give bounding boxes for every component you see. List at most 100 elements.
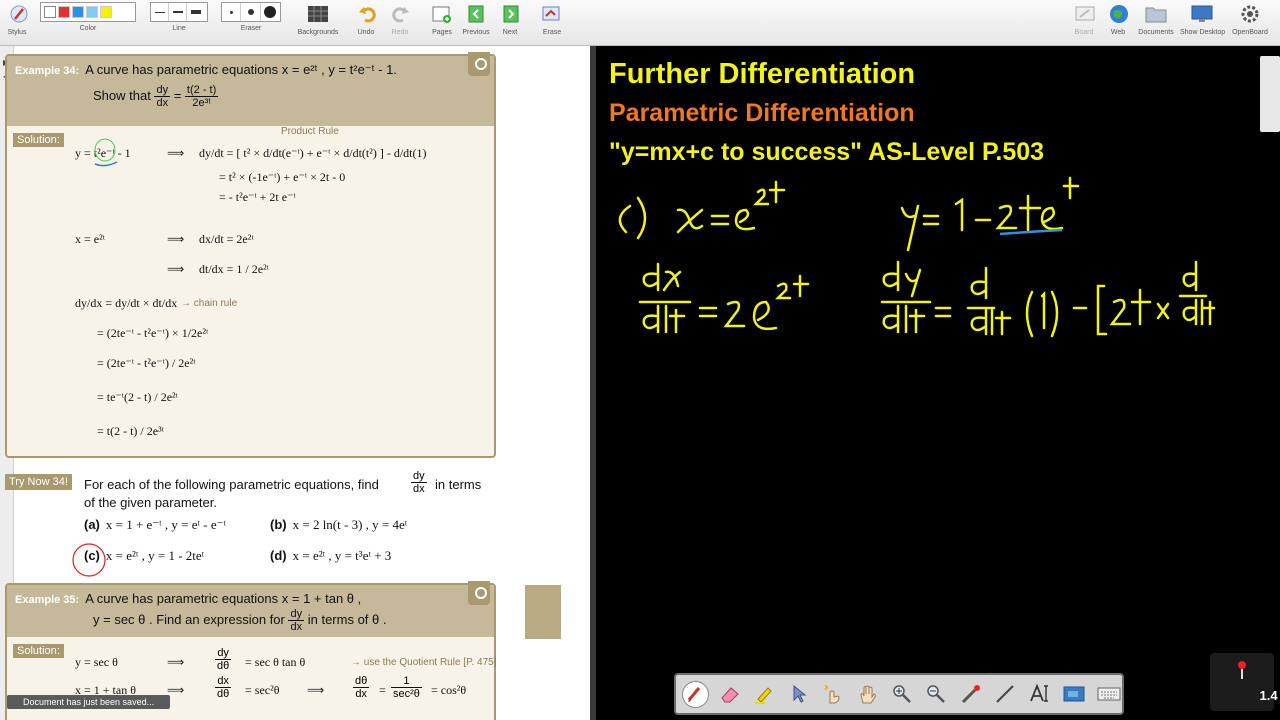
laser-pointer-icon [961,685,980,704]
web-label: Web [1110,29,1126,36]
dy-numerator: dy [154,84,171,97]
example-34-box: Example 34: A curve has parametric equati… [5,52,496,458]
example-35-prompt-2a: y = sec θ . Find an expression for [93,611,285,627]
ex35-dydtheta: dy dθ [215,647,232,672]
line-x-def: x = e²ᵗ [75,232,105,246]
openboard-label: OpenBoard [1232,29,1268,36]
whiteboard-canvas[interactable]: Further Differentiation Parametric Diffe… [596,46,1280,720]
previous-button[interactable]: Previous [460,2,492,36]
stylus-label: Stylus [7,29,27,36]
eraser-medium[interactable] [241,3,261,21]
part-a: (a) x = 1 + e⁻ᵗ , y = eᵗ - e⁻ᵗ [84,517,226,533]
show-that-text: Show that [93,87,151,103]
ex35-dx-den: dx [355,688,367,700]
next-button[interactable]: Next [498,2,522,36]
show-desktop-label: Show Desktop [1180,29,1226,36]
board-button[interactable]: Board [1072,2,1096,36]
implies-arrow-3: ⟹ [167,262,185,276]
line-medium[interactable] [169,3,187,21]
solution-tag: Solution: [13,133,64,147]
example-35-prompt: A curve has parametric equations x = 1 +… [85,591,362,606]
documents-label: Documents [1138,29,1174,36]
keyboard-button[interactable] [1095,681,1121,708]
ex35-line-1: y = sec θ [75,655,118,669]
save-toast: Document has just been saved... [7,695,171,709]
implies-arrow-2: ⟹ [167,232,185,246]
line-button[interactable] [992,681,1018,708]
color-tool[interactable]: Color [40,2,136,32]
text-button[interactable] [1027,681,1053,708]
zoom-in-button[interactable] [889,681,915,708]
target-denominator: 2e³ᵗ [192,97,211,109]
eraser-large[interactable] [261,3,280,21]
highlighter-icon [755,687,772,704]
capture-button[interactable] [1061,681,1087,708]
interact-button[interactable] [820,681,846,708]
board-label: Board [1074,29,1094,36]
board-icon [1072,2,1098,26]
swatch-white[interactable] [44,6,56,18]
ex35-arrow-1: ⟹ [167,655,185,669]
hand-icon [860,685,876,704]
part-d-eq: x = e²ᵗ , y = t³eᵗ + 3 [292,548,392,563]
text-tool-icon [1029,683,1048,702]
line-thick[interactable] [187,3,205,21]
undo-button[interactable]: Undo [354,2,378,36]
undo-label: Undo [357,29,375,36]
web-button[interactable]: Web [1106,2,1130,36]
erase-button[interactable]: Erase [538,2,566,36]
redo-button[interactable]: Redo [388,2,412,36]
toolbar: Stylus Color Line Eraser Backgrounds Und… [0,0,1280,46]
location-pin-icon-2 [468,581,490,605]
screen-capture-icon [1063,686,1085,702]
example-34-prompt: A curve has parametric equations x = e²ᵗ… [85,62,397,77]
backgrounds-tool[interactable]: Backgrounds [296,2,340,36]
try-now-text-3: of the given parameter. [84,495,217,510]
zoom-indicator[interactable]: 1.4 x [1210,653,1280,711]
document-pane: ▶ ◀ Example 34:A curve has parametric eq… [0,46,590,720]
swatch-blue[interactable] [72,6,84,18]
eraser-button[interactable] [717,681,743,708]
swatch-yellow[interactable] [100,6,112,18]
highlighter-button[interactable] [751,681,777,708]
swatch-red[interactable] [58,6,70,18]
eraser-sizes[interactable] [221,2,281,22]
quotient-rule-note: → use the Quotient Rule [P. 475] [351,657,497,668]
example-35-header: Example 35: A curve has parametric equati… [7,585,494,637]
swatch-lightblue[interactable] [86,6,98,18]
previous-page-icon [463,2,489,26]
pen-icon [688,687,701,702]
show-desktop-button[interactable]: Show Desktop [1180,2,1226,36]
ex35-line-1-result: = sec θ tan θ [245,655,306,669]
eraser-small[interactable] [222,3,242,21]
backgrounds-icon [305,2,331,26]
line-thin[interactable] [151,3,169,21]
next-label: Next [502,29,518,36]
pen-tool-button[interactable] [682,680,709,708]
ex35-dx-num: dx [215,675,232,688]
openboard-button[interactable]: OpenBoard [1230,2,1270,36]
eraser-tool[interactable]: Eraser [221,2,281,32]
zoom-level: 1.4 x [1259,688,1280,703]
try-now-text-2: in terms [435,477,482,492]
color-swatches[interactable] [40,2,136,22]
ex35-sec-frac: 1 sec²θ [391,675,422,700]
line-widths[interactable] [150,2,208,22]
pages-button[interactable]: Pages [428,2,456,36]
laser-pointer-button[interactable] [958,681,984,708]
stylus-tool[interactable]: Stylus [6,2,28,36]
example-34-header: Example 34: A curve has parametric equati… [7,56,494,126]
ex35-dy: dy [288,608,305,621]
line-dtdx: dt/dx = 1 / 2e²ᵗ [199,262,269,276]
documents-button[interactable]: Documents [1138,2,1174,36]
ex35-arrow-3: ⟹ [307,683,325,697]
redo-label: Redo [391,29,409,36]
line-tool[interactable]: Line [150,2,208,32]
floating-toolbar [674,673,1124,715]
zoom-out-button[interactable] [923,681,949,708]
erase-label: Erase [542,29,562,36]
ex35-dy-num: dy [215,647,232,660]
hand-button[interactable] [854,681,880,708]
keyboard-icon [1097,687,1121,701]
select-button[interactable] [785,681,811,708]
